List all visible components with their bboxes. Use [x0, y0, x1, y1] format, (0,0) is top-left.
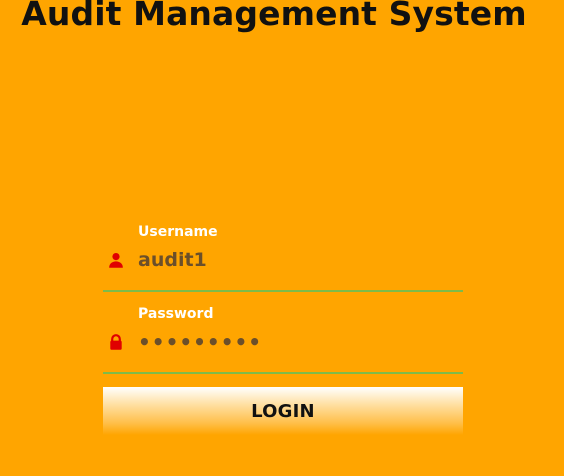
username-label: Username [138, 224, 218, 240]
lock-icon [110, 334, 122, 350]
password-input[interactable] [138, 328, 458, 356]
username-input[interactable] [138, 246, 458, 274]
user-icon [109, 253, 123, 268]
login-form: Username Password [103, 224, 463, 388]
username-field: Username [103, 224, 463, 292]
password-field: Password [103, 306, 463, 374]
login-page: Audit Management System Username Passwor… [0, 0, 564, 476]
page-title: Audit Management System [21, 0, 527, 33]
password-label: Password [138, 306, 214, 322]
login-button[interactable]: LOGIN [103, 387, 463, 435]
